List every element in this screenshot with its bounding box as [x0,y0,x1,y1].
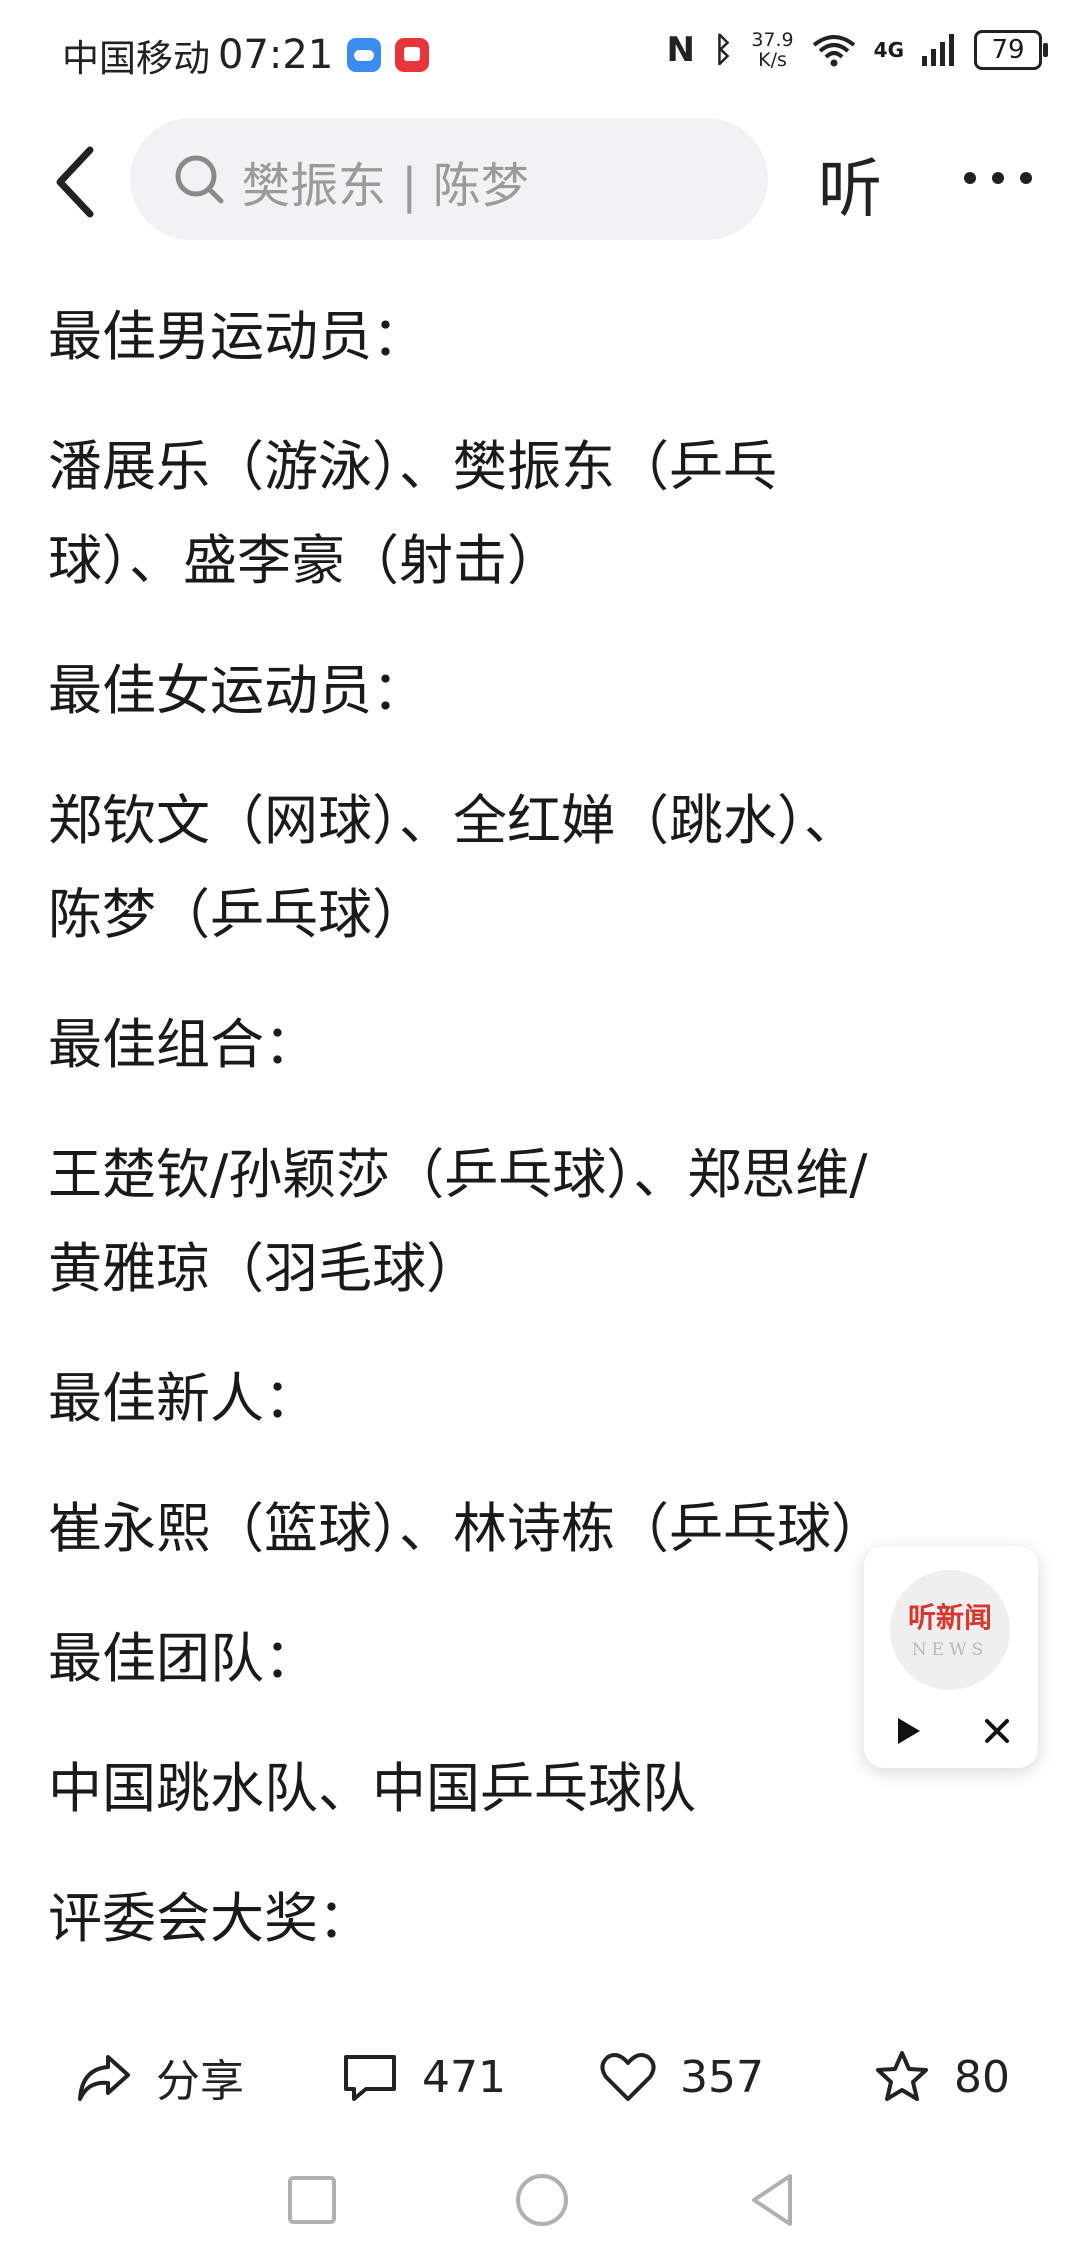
comment-icon [344,2055,396,2101]
carrier-name: 中国移动 [62,37,210,80]
nfc-icon: N [666,30,695,70]
search-input[interactable]: 樊振东 | 陈梦 [130,118,768,240]
news-logo: 听新闻 NEWS [890,1570,1010,1690]
section-heading: 最佳新人： [48,1367,318,1430]
search-placeholder: 樊振东 | 陈梦 [242,158,529,214]
listen-button[interactable]: 听 [818,138,882,230]
comment-count: 471 [422,2051,506,2103]
like-button[interactable]: 357 [598,2042,764,2112]
weather-app-icon [347,38,382,72]
status-bar: 中国移动 07:21 N ᛒ 37.9 K/s 4G 79 [0,0,1080,100]
share-label: 分享 [156,2056,244,2107]
bluetooth-icon: ᛒ [712,30,734,70]
network-type: 4G [873,38,904,62]
network-speed: 37.9 K/s [751,29,794,71]
award-list: 潘展乐（游泳）、樊振东（乒乓 球）、盛李豪（射击） [48,435,777,592]
like-count: 357 [680,2051,764,2103]
home-button[interactable] [512,2170,572,2230]
heart-icon [600,2053,656,2101]
news-logo-sub: NEWS [911,1640,989,1660]
close-icon[interactable] [972,1706,1022,1756]
section-heading: 评委会大奖： [48,1887,372,1950]
section-heading: 最佳男运动员： [48,305,426,368]
news-audio-player[interactable]: 听新闻 NEWS [864,1546,1038,1768]
comment-button[interactable]: 471 [340,2042,506,2112]
top-nav: 樊振东 | 陈梦 听 [0,118,1080,244]
favorite-count: 80 [954,2051,1010,2103]
wifi-icon [812,35,855,67]
section-heading: 最佳组合： [48,1013,318,1076]
status-indicators: N ᛒ 37.9 K/s 4G 79 [666,29,1048,71]
clock: 07:21 [218,32,334,78]
award-list: 郑钦文（网球）、全红婵（跳水）、 陈梦（乒乓球） [48,789,858,946]
notification-app-icon [395,38,430,72]
play-icon[interactable] [882,1706,932,1756]
system-nav-bar [0,2150,1080,2244]
back-button[interactable] [44,140,114,224]
carrier-info: 中国移动 07:21 [62,28,430,82]
recent-apps-button[interactable] [282,2170,342,2230]
search-icon [175,155,224,204]
back-nav-button[interactable] [742,2170,802,2230]
star-icon [876,2051,928,2101]
more-options-button[interactable] [958,148,1038,208]
share-icon [78,2055,130,2101]
share-button[interactable]: 分享 [74,2042,244,2112]
favorite-button[interactable]: 80 [872,2042,1010,2112]
signal-icon [922,34,954,66]
article-action-bar: 分享 471 357 80 [0,2028,1080,2128]
section-heading: 最佳女运动员： [48,659,426,722]
battery-indicator: 79 [974,30,1048,70]
award-list: 王楚钦/孙颖莎（乒乓球）、郑思维/ 黄雅琼（羽毛球） [48,1143,868,1300]
news-logo-text: 听新闻 [907,1601,992,1634]
